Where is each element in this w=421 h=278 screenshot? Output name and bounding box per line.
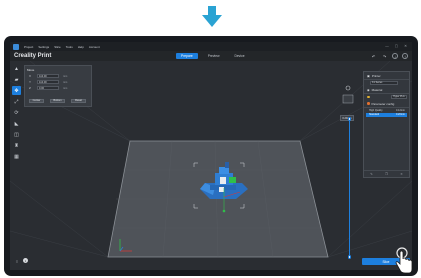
- support-icon[interactable]: ♜: [12, 141, 21, 150]
- minimize-button[interactable]: —: [385, 44, 389, 48]
- material-select[interactable]: Hyper PLA: [391, 95, 407, 99]
- bottom-button[interactable]: Bottom: [50, 98, 65, 103]
- scale-icon[interactable]: ⤢: [12, 97, 21, 106]
- profile-standard[interactable]: Standard 0.20mm: [366, 112, 407, 117]
- parameter-config-header[interactable]: Parameter config: [364, 100, 409, 108]
- printer-header[interactable]: ▣ Printer: [364, 72, 409, 80]
- view-cube[interactable]: [341, 84, 355, 112]
- material-label: Material: [371, 87, 383, 92]
- header-actions: ↶ ↷ ↓ ↑: [370, 53, 408, 59]
- info-icon[interactable]: i: [23, 258, 28, 263]
- z-row: Z 0.00 mm: [25, 85, 91, 91]
- redo-icon[interactable]: ↷: [381, 53, 388, 59]
- printer-select[interactable]: K1 Series: [370, 81, 398, 85]
- move-panel: Move X 110.00 mm Y 110.00 mm Z 0.00 mm C…: [24, 65, 92, 107]
- app-header: Creality Print Prepare Preview Device ↶ …: [10, 51, 412, 61]
- z-unit: mm: [63, 86, 68, 90]
- rotate-icon[interactable]: ⟳: [12, 108, 21, 117]
- y-unit: mm: [63, 80, 68, 84]
- material-header[interactable]: ◉ Material: [364, 86, 409, 94]
- layer-slider-track[interactable]: [349, 119, 351, 257]
- delete-icon[interactable]: ✕: [400, 172, 403, 176]
- menu-project[interactable]: Project: [24, 45, 33, 49]
- y-input[interactable]: 110.00: [37, 80, 59, 84]
- z-label: Z: [29, 86, 31, 90]
- down-arrow-icon: [202, 6, 222, 27]
- app-window: Project Settings Slice Tools Help Accoun…: [10, 42, 412, 270]
- lay-flat-icon[interactable]: ◣: [12, 119, 21, 128]
- move-icon[interactable]: ✥: [12, 86, 21, 95]
- upload-icon[interactable]: ↑: [402, 53, 408, 59]
- undo-icon[interactable]: ↶: [370, 53, 377, 59]
- mode-tabs: Prepare Preview Device: [176, 52, 250, 59]
- center-button[interactable]: Center: [29, 98, 44, 103]
- z-input[interactable]: 0.00: [37, 86, 59, 90]
- app-title: Creality Print: [14, 52, 52, 59]
- x-label: X: [29, 74, 32, 78]
- params-label: Parameter config: [371, 101, 395, 106]
- menu-account[interactable]: Account: [89, 45, 100, 49]
- panel-title: Move: [27, 67, 35, 72]
- menu-icon[interactable]: ≡: [14, 258, 20, 264]
- profile-name: Standard: [369, 113, 380, 117]
- x-unit: mm: [63, 74, 68, 78]
- edit-icon[interactable]: ✎: [370, 172, 373, 176]
- panel-buttons: Center Bottom Reset: [29, 98, 86, 103]
- settings-panel: ▣ Printer K1 Series ◉ Material Hyper PLA…: [363, 71, 410, 178]
- material-color-swatch: [367, 95, 370, 99]
- printer-icon: ▣: [367, 73, 370, 78]
- params-icon: [367, 102, 370, 105]
- open-file-icon[interactable]: ▲: [12, 64, 21, 73]
- arrange-icon[interactable]: ▦: [12, 152, 21, 161]
- menu-settings[interactable]: Settings: [38, 45, 49, 49]
- x-input[interactable]: 110.00: [37, 74, 59, 78]
- material-icon: ◉: [367, 87, 370, 92]
- hand-pointer-icon: [395, 247, 413, 274]
- window-controls: — ▢ ✕: [385, 44, 407, 48]
- copy-icon[interactable]: ❐: [385, 172, 388, 176]
- tab-prepare[interactable]: Prepare: [176, 52, 198, 59]
- left-toolbar: ▲ ▰ ✥ ⤢ ⟳ ◣ ◫ ♜ ▦: [12, 64, 21, 161]
- app-logo-icon: [13, 43, 19, 50]
- menu-bar: Project Settings Slice Tools Help Accoun…: [10, 42, 412, 51]
- panel-footer: ✎ ❐ ✕: [364, 170, 409, 177]
- add-file-icon[interactable]: ▰: [12, 75, 21, 84]
- layer-slider-top-handle[interactable]: [347, 117, 352, 121]
- printer-label: Printer: [371, 73, 381, 78]
- mirror-icon[interactable]: ◫: [12, 130, 21, 139]
- download-icon[interactable]: ↓: [392, 53, 398, 59]
- tab-device[interactable]: Device: [229, 53, 249, 59]
- profile-value: 0.20mm: [395, 113, 405, 117]
- close-button[interactable]: ✕: [404, 44, 407, 48]
- layer-slider-bottom-handle[interactable]: [347, 255, 352, 259]
- tab-preview[interactable]: Preview: [203, 53, 225, 59]
- maximize-button[interactable]: ▢: [395, 44, 398, 48]
- menu-slice[interactable]: Slice: [54, 45, 61, 49]
- menu-help[interactable]: Help: [78, 45, 84, 49]
- menu-tools[interactable]: Tools: [66, 45, 73, 49]
- y-label: Y: [29, 80, 32, 84]
- profile-name: High Quality: [369, 108, 383, 112]
- bottom-left-controls: ≡ i: [14, 258, 28, 264]
- device-frame: Project Settings Slice Tools Help Accoun…: [4, 36, 418, 276]
- reset-button[interactable]: Reset: [71, 98, 86, 103]
- profile-value: 0.12mm: [395, 108, 405, 112]
